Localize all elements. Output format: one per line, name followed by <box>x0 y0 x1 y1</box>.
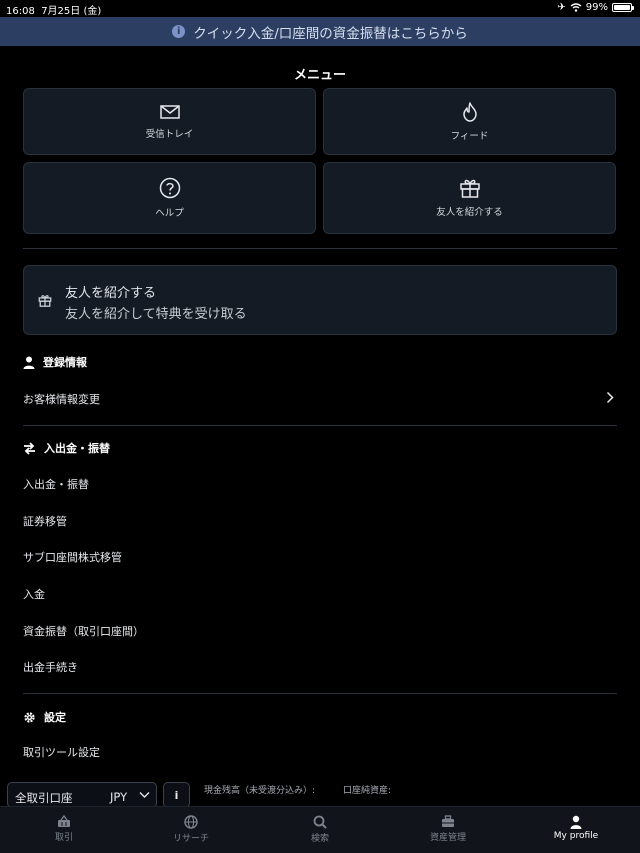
page-title: メニュー <box>293 68 346 83</box>
quick-deposit-banner[interactable]: i クイック入金/口座間の資金振替はこちらから <box>0 17 640 46</box>
status-bar: 16:08 7月25日 (金) ✈ 99% <box>0 0 640 17</box>
tab-asset-management[interactable]: 資産管理 <box>393 815 503 843</box>
status-date: 7月25日 (金) <box>41 6 102 17</box>
tile-help-label: ヘルプ <box>155 208 184 219</box>
tile-feed[interactable]: フィード <box>323 88 616 155</box>
airplane-icon: ✈ <box>557 2 566 13</box>
menu-item-deposit-withdraw-transfer[interactable]: 入出金・振替 <box>23 476 89 492</box>
tile-feed-label: フィード <box>450 130 489 142</box>
tab-research[interactable]: リサーチ <box>136 815 246 844</box>
tile-inbox-label: 受信トレイ <box>145 128 194 140</box>
promo-title: 友人を紹介する <box>65 286 157 301</box>
status-right: ✈ 99% <box>557 2 634 13</box>
tile-refer-friend-label: 友人を紹介する <box>436 207 503 218</box>
tab-asset-management-label: 資産管理 <box>429 833 466 843</box>
tab-research-label: リサーチ <box>172 834 209 844</box>
account-bar: 全取引口座 JPY i 現金残高（未受渡分込み）: 口座純資産: <box>0 781 640 808</box>
flame-icon <box>462 101 477 122</box>
menu-item-customer-info-label: お客様情報変更 <box>23 393 100 406</box>
tile-inbox[interactable]: 受信トレイ <box>23 88 316 155</box>
tab-search[interactable]: 検索 <box>265 815 375 844</box>
search-icon <box>313 815 327 829</box>
chevron-right-icon[interactable] <box>606 391 614 404</box>
tab-my-profile[interactable]: My profile <box>521 815 631 841</box>
status-time: 16:08 <box>6 6 35 17</box>
cash-balance-label: 現金残高（未受渡分込み）: <box>204 786 316 796</box>
menu-item-deposit[interactable]: 入金 <box>23 586 45 602</box>
person-icon <box>23 356 35 369</box>
tab-bar: 取引 リサーチ 検索 資産管理 My profile <box>0 806 640 853</box>
currency-label: JPY <box>110 790 128 804</box>
section-registration-title: 登録情報 <box>43 356 87 369</box>
account-info-button[interactable]: i <box>163 782 190 808</box>
divider <box>23 248 617 249</box>
tab-trade[interactable]: 取引 <box>9 815 119 843</box>
wifi-icon <box>570 3 582 12</box>
battery-icon <box>612 3 634 12</box>
banner-text: クイック入金/口座間の資金振替はこちらから <box>193 25 468 42</box>
divider <box>23 425 617 426</box>
menu-item-securities-transfer[interactable]: 証券移管 <box>23 513 67 529</box>
gift-icon <box>38 295 52 307</box>
section-settings: 設定 <box>23 709 66 725</box>
status-time-date: 16:08 7月25日 (金) <box>6 2 101 17</box>
transfer-arrows-icon <box>24 441 35 455</box>
chevron-down-icon <box>139 792 150 798</box>
menu-item-withdrawal[interactable]: 出金手続き <box>23 659 78 675</box>
net-assets-label: 口座純資産: <box>343 786 392 796</box>
menu-item-trading-tool-settings[interactable]: 取引ツール設定 <box>23 744 100 760</box>
refer-friend-card[interactable]: 友人を紹介する 友人を紹介して特典を受け取る <box>23 265 617 335</box>
tab-trade-label: 取引 <box>54 833 73 843</box>
section-transfers-title: 入出金・振替 <box>44 442 110 455</box>
section-transfers: 入出金・振替 <box>23 440 110 456</box>
divider <box>23 693 617 694</box>
menu-item-subaccount-stock-transfer[interactable]: サブ口座間株式移管 <box>23 549 122 565</box>
help-icon <box>159 177 180 199</box>
section-registration: 登録情報 <box>23 354 87 370</box>
basket-icon <box>58 815 70 827</box>
globe-icon <box>184 815 198 829</box>
person-icon <box>570 815 582 829</box>
tab-search-label: 検索 <box>310 834 329 844</box>
account-select[interactable]: 全取引口座 JPY <box>7 782 157 808</box>
gift-icon <box>459 179 480 198</box>
briefcase-icon <box>442 815 454 827</box>
section-settings-title: 設定 <box>44 711 66 724</box>
promo-subtitle: 友人を紹介して特典を受け取る <box>65 307 247 322</box>
menu-item-fund-transfer[interactable]: 資金振替（取引口座間） <box>23 623 144 639</box>
mail-icon <box>159 104 180 119</box>
menu-item-customer-info[interactable]: お客様情報変更 <box>23 391 100 407</box>
info-icon: i <box>172 25 186 38</box>
battery-percent: 99% <box>585 2 608 13</box>
tile-help[interactable]: ヘルプ <box>23 162 316 234</box>
tile-refer-friend[interactable]: 友人を紹介する <box>323 162 616 234</box>
tab-my-profile-label: My profile <box>553 831 599 841</box>
account-select-label: 全取引口座 <box>15 791 73 805</box>
gear-icon <box>24 711 35 723</box>
